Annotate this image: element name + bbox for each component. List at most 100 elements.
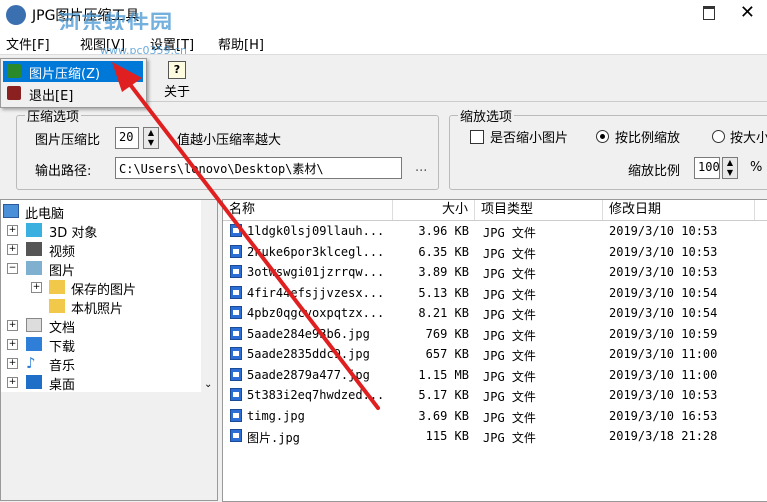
output-path-label: 输出路径: [35,164,92,179]
ratio-hint: 值越小压缩率越大 [177,133,282,148]
cell-date: 2019/3/10 10:53 [609,244,718,259]
jpg-file-icon [230,265,242,278]
cell-name: 4fir44efsjjvzesx... [247,285,385,300]
ratio-input[interactable]: 20 [115,127,139,149]
menu-item-compress-label: 图片压缩(Z) [29,67,101,82]
table-row[interactable]: 图片.jpg 115 KB JPG 文件 2019/3/18 21:28 [223,426,767,446]
scale-group-title: 缩放选项 [458,106,515,125]
compress-options-group: 压缩选项 图片压缩比 20 ▲ ▼ 值越小压缩率越大 输出路径: C:\Users… [16,106,439,190]
cell-type: JPG 文件 [483,431,536,445]
cell-type: JPG 文件 [483,349,536,363]
tree-label: 视频 [49,245,76,260]
jpg-file-icon [230,388,242,401]
folder-tree: 此电脑 + 3D 对象 + 视频 − 图片 + 保存的图片 本机照片 + 文档 … [0,199,218,393]
scale-options-group: 缩放选项 是否缩小图片 按比例缩放 按大小 缩放比例 100 ▲ ▼ % [449,106,767,190]
table-row[interactable]: 1ldgk0lsj09llauh... 3.96 KB JPG 文件 2019/3/1… [223,221,767,241]
jpg-file-icon [230,347,242,360]
radio-size-scale[interactable] [712,130,725,143]
table-row[interactable]: 5aade2835ddc9.jpg 657 KB JPG 文件 2019/3/10 1… [223,344,767,364]
cell-size: 3.69 KB [418,408,469,423]
cell-name: 5aade2835ddc9.jpg [247,347,370,361]
folder-icon [49,280,65,294]
expand-icon[interactable]: + [31,282,42,293]
cell-date: 2019/3/10 11:00 [609,367,718,382]
column-type[interactable]: 项目类型 [475,200,603,220]
cell-name: 4pbz0qgcvoxpqtzx... [247,306,385,320]
expand-icon[interactable]: + [7,320,18,331]
title-bar: JPG图片压缩工具 河东软件园 ✕ [0,0,767,37]
expand-icon[interactable]: + [7,358,18,369]
radio-size-label: 按大小 [730,131,767,146]
about-label: 关于 [163,85,190,100]
folder-icon [49,299,65,313]
cell-name: 5aade2879a477.jpg [247,367,370,382]
scale-ratio-spinner[interactable]: ▲ ▼ [722,157,738,179]
document-icon [26,318,42,332]
pc-icon [3,204,19,218]
minimize-button[interactable] [703,6,715,20]
menu-help[interactable]: 帮助[H] [218,34,264,53]
cell-size: 5.17 KB [418,388,469,402]
cell-date: 2019/3/10 10:54 [609,285,718,300]
help-icon: ? [168,61,186,79]
cell-type: JPG 文件 [483,246,536,261]
cell-name: 2kuke6por3klcegl... [247,244,385,259]
cell-type: JPG 文件 [483,369,536,384]
browse-button[interactable]: ... [415,160,427,175]
cell-name: timg.jpg [247,408,305,423]
tree-label: 文档 [49,321,76,336]
expand-icon[interactable]: + [7,225,18,236]
menu-item-compress[interactable]: 图片压缩(Z) [3,61,143,82]
tree-label: 下载 [49,340,76,355]
cell-size: 8.21 KB [418,306,469,320]
file-dropdown-menu: 图片压缩(Z) 退出[E] [0,58,147,108]
column-date[interactable]: 修改日期 [603,200,755,220]
app-icon [6,5,26,25]
tree-label: 3D 对象 [49,226,98,241]
shrink-checkbox[interactable] [470,130,484,144]
menu-item-exit[interactable]: 退出[E] [3,83,143,104]
table-row[interactable]: timg.jpg 3.69 KB JPG 文件 2019/3/10 16:53 [223,406,767,426]
tree-label: 本机照片 [71,302,124,317]
about-button[interactable]: ? 关于 [160,59,194,100]
cell-size: 3.89 KB [418,265,469,279]
cell-date: 2019/3/10 10:53 [609,265,718,279]
radio-ratio-scale[interactable] [596,130,609,143]
tree-scrollbar[interactable]: ⌄ [201,200,217,392]
output-path-input[interactable]: C:\Users\lenovo\Desktop\素材\ [115,157,402,179]
tree-label: 音乐 [49,359,76,374]
picture-icon [26,261,42,275]
table-row[interactable]: 4pbz0qgcvoxpqtzx... 8.21 KB JPG 文件 2019/3/1… [223,303,767,323]
cell-name: 5aade284e93b6.jpg [247,326,370,341]
jpg-file-icon [230,244,242,258]
jpg-file-icon [230,224,242,237]
jpg-file-icon [230,326,242,340]
collapse-icon[interactable]: − [7,263,18,274]
ratio-spinner[interactable]: ▲ ▼ [143,127,159,149]
chevron-down-icon[interactable]: ⌄ [204,379,212,390]
cell-size: 1.15 MB [418,367,469,382]
table-row[interactable]: 5aade2879a477.jpg 1.15 MB JPG 文件 2019/3/10 … [223,365,767,385]
desktop-icon [26,375,42,389]
column-size[interactable]: 大小 [393,200,475,220]
cube-icon [26,223,42,237]
table-row[interactable]: 5aade284e93b6.jpg 769 KB JPG 文件 2019/3/10 1… [223,324,767,344]
table-row[interactable]: 2kuke6por3klcegl... 6.35 KB JPG 文件 2019/3/1… [223,242,767,262]
table-row[interactable]: 5t383i2eq7hwdzed... 5.17 KB JPG 文件 2019/3/1… [223,385,767,405]
expand-icon[interactable]: + [7,339,18,350]
table-row[interactable]: 3otwswgi01jzrrqw... 3.89 KB JPG 文件 2019/3/1… [223,262,767,282]
close-button[interactable]: ✕ [740,2,755,23]
table-row[interactable]: 4fir44efsjjvzesx... 5.13 KB JPG 文件 2019/3/1… [223,283,767,303]
scale-ratio-input[interactable]: 100 [694,157,720,179]
column-name[interactable]: 名称 [223,200,393,220]
cell-size: 657 KB [425,347,469,361]
music-icon: ♪ [26,354,36,372]
expand-icon[interactable]: + [7,377,18,388]
cell-type: JPG 文件 [483,308,536,322]
cell-type: JPG 文件 [483,267,536,281]
compress-group-title: 压缩选项 [25,106,82,125]
cell-date: 2019/3/10 11:00 [609,347,718,361]
expand-icon[interactable]: + [7,244,18,255]
menu-file[interactable]: 文件[F] [6,34,50,53]
tree-lower-panel [0,392,218,501]
